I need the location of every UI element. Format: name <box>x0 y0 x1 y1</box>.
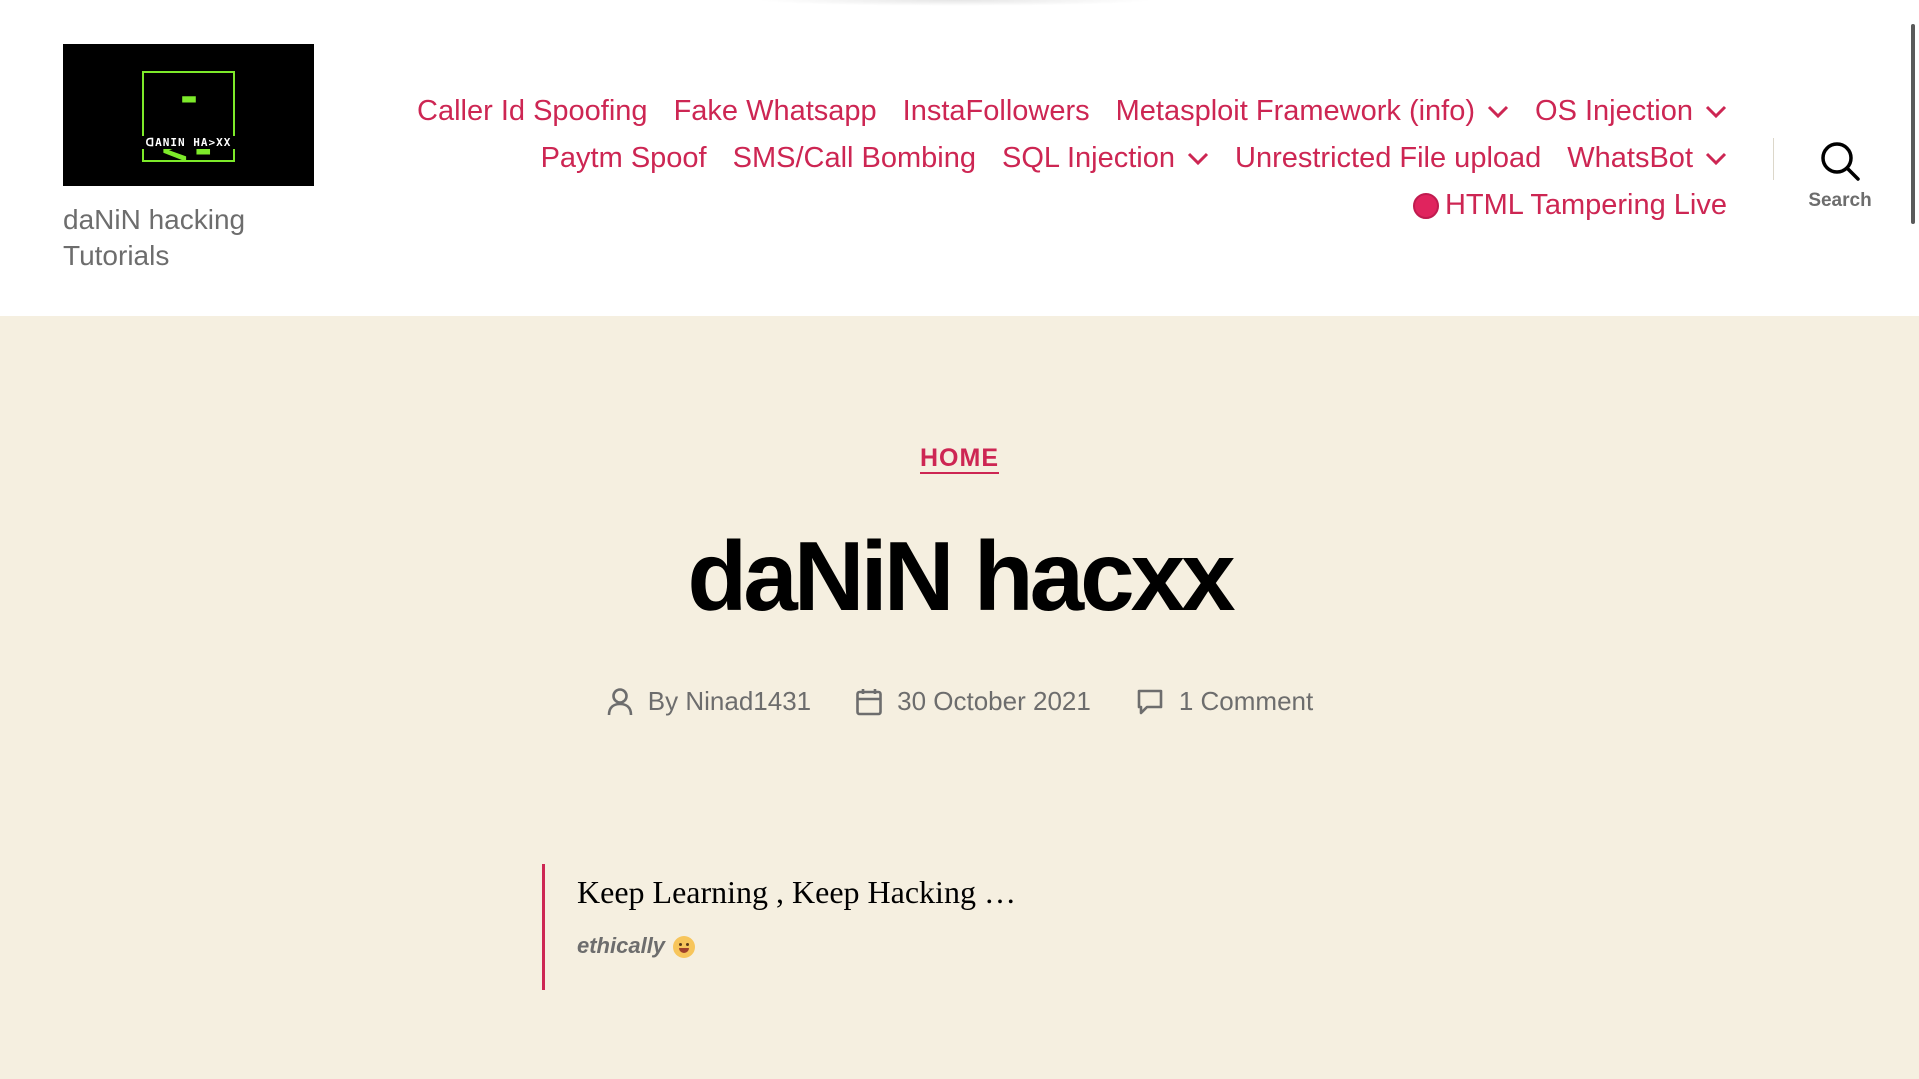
quote-cite: ethically <box>577 933 1362 959</box>
search-button[interactable]: Search <box>1800 136 1880 216</box>
nav-divider <box>1773 138 1774 180</box>
site-description-line1: daNiN hacking <box>63 204 246 235</box>
logo-arrow-icon: -<- <box>161 72 219 175</box>
menu-item-instafollowers: InstaFollowers <box>903 88 1090 135</box>
quote-text: Keep Learning , Keep Hacking … <box>577 874 1016 910</box>
menu-item-whatsbot: WhatsBot <box>1567 135 1727 182</box>
search-label: Search <box>1808 190 1872 211</box>
menu-item-paytm-spoof: Paytm Spoof <box>541 135 707 182</box>
post-date: 30 October 2021 <box>855 686 1091 717</box>
author-prefix: By <box>647 686 679 716</box>
menu-link[interactable]: Fake Whatsapp <box>674 95 877 128</box>
menu-item-unrestricted-file-upload: Unrestricted File upload <box>1235 135 1541 182</box>
entry-header: HOME daNiN hacxx By Ninad1431 30 October… <box>0 316 1919 1079</box>
menu-item-html-tampering-live: HTML Tampering Live <box>1412 182 1727 229</box>
menu-item-caller-id-spoofing: Caller Id Spoofing <box>417 88 648 135</box>
menu-link[interactable]: SQL Injection <box>1002 142 1175 175</box>
site-description-line2: Tutorials <box>63 240 170 271</box>
smiley-emoji-icon <box>673 936 696 959</box>
menu-item-fake-whatsapp: Fake Whatsapp <box>674 88 877 135</box>
menu-link[interactable]: WhatsBot <box>1567 142 1693 175</box>
menu-link[interactable]: Paytm Spoof <box>541 142 707 175</box>
menu-link[interactable]: SMS/Call Bombing <box>733 142 976 175</box>
live-dot-icon <box>1412 192 1439 219</box>
header-shadow <box>755 0 1155 6</box>
chevron-down-icon[interactable] <box>1187 152 1209 166</box>
post-meta: By Ninad1431 30 October 2021 1 Comment <box>0 686 1919 717</box>
menu-item-os-injection: OS Injection <box>1535 88 1727 135</box>
chevron-down-icon[interactable] <box>1705 105 1727 119</box>
menu-item-sql-injection: SQL Injection <box>1002 135 1209 182</box>
comment-icon <box>1137 689 1163 714</box>
menu-item-sms-call-bombing: SMS/Call Bombing <box>733 135 976 182</box>
author-link[interactable]: Ninad1431 <box>685 686 811 717</box>
quote-cite-text: ethically <box>577 933 666 958</box>
menu-link[interactable]: Unrestricted File upload <box>1235 142 1541 175</box>
search-icon <box>1821 142 1860 181</box>
menu-link[interactable]: HTML Tampering Live <box>1445 189 1727 222</box>
post-date-link[interactable]: 30 October 2021 <box>897 686 1091 717</box>
menu-item-metasploit: Metasploit Framework (info) <box>1116 88 1509 135</box>
menu-link[interactable]: Metasploit Framework (info) <box>1116 95 1475 128</box>
site-description: daNiN hacking Tutorials <box>63 202 323 274</box>
logo-text: ᗡANIN HA>XX <box>142 136 235 149</box>
page-title: daNiN hacxx <box>687 521 1235 631</box>
primary-menu: Caller Id Spoofing Fake Whatsapp InstaFo… <box>347 88 1727 229</box>
menu-link[interactable]: OS Injection <box>1535 95 1693 128</box>
comments-link[interactable]: 1 Comment <box>1179 686 1313 717</box>
chevron-down-icon[interactable] <box>1487 105 1509 119</box>
menu-link[interactable]: Caller Id Spoofing <box>417 95 648 128</box>
user-icon <box>607 687 633 715</box>
menu-link[interactable]: InstaFollowers <box>903 95 1090 128</box>
calendar-icon <box>856 688 882 715</box>
chevron-down-icon[interactable] <box>1705 152 1727 166</box>
post-author: By Ninad1431 <box>606 686 811 717</box>
site-logo[interactable]: -<- ᗡANIN HA>XX <box>63 44 314 186</box>
scrollbar[interactable] <box>1911 24 1915 224</box>
entry-categories: HOME <box>0 444 1919 473</box>
site-header: -<- ᗡANIN HA>XX daNiN hacking Tutorials … <box>0 0 1919 316</box>
category-link-home[interactable]: HOME <box>920 444 999 472</box>
post-comments: 1 Comment <box>1135 686 1313 717</box>
post-quote: Keep Learning , Keep Hacking … ethically <box>542 864 1362 990</box>
